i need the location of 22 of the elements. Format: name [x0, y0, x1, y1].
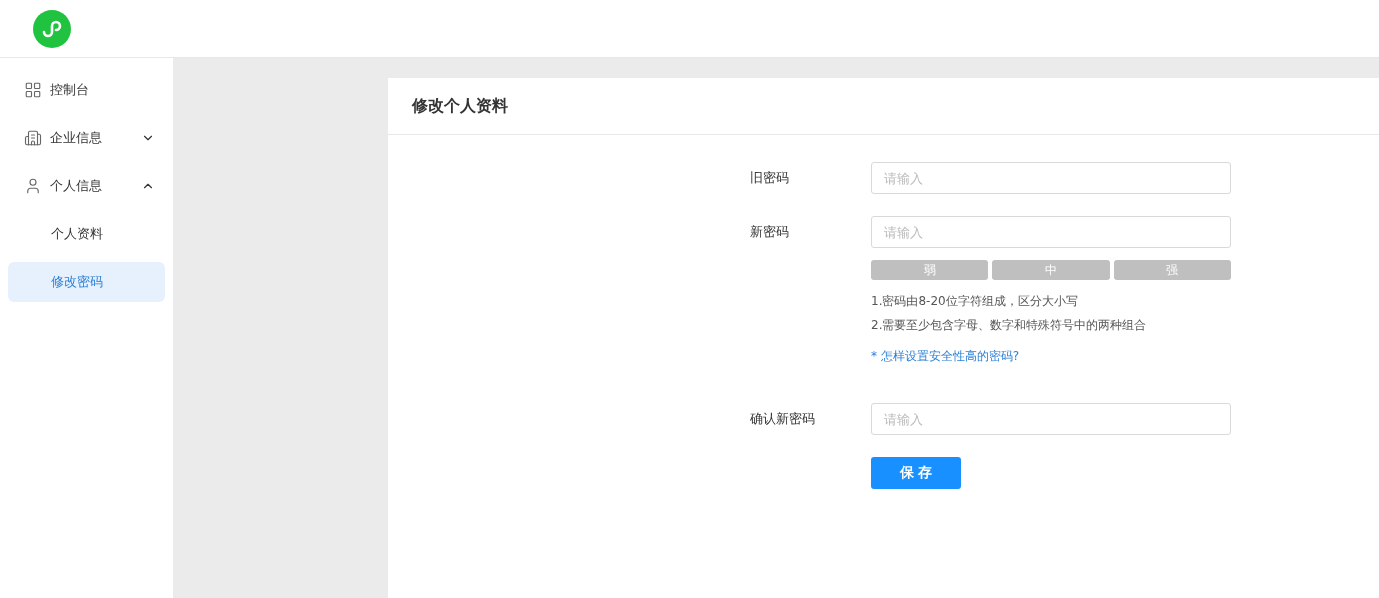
sidebar-item[interactable]: 个人资料: [8, 214, 165, 254]
hint-text: 1.密码由8-20位字符组成，区分大小写: [871, 293, 1079, 310]
field-label: 旧密码: [750, 169, 790, 187]
sidebar-item[interactable]: 个人信息: [8, 166, 165, 206]
field-label: 新密码: [750, 223, 790, 241]
strength-segment: 弱: [871, 260, 989, 280]
sidebar-item[interactable]: 控制台: [8, 70, 165, 110]
strength-segment: 中: [992, 260, 1110, 280]
card-title: 修改个人资料: [388, 78, 1379, 135]
strength-segment: 强: [1113, 260, 1231, 280]
field-label: 确认新密码: [750, 410, 816, 428]
sidebar-item[interactable]: 修改密码: [8, 262, 165, 302]
grid-icon: [24, 81, 42, 99]
password-field[interactable]: 请输入: [871, 216, 1231, 248]
help-link[interactable]: * 怎样设置安全性高的密码?: [871, 348, 1020, 365]
password-field[interactable]: 请输入: [871, 162, 1231, 194]
logo-icon: [33, 9, 71, 48]
user-icon: [24, 177, 42, 195]
password-field[interactable]: 请输入: [871, 403, 1231, 435]
building-icon: [24, 129, 42, 147]
hint-text: 2.需要至少包含字母、数字和特殊符号中的两种组合: [871, 317, 1148, 334]
sidebar-item[interactable]: 企业信息: [8, 118, 165, 158]
